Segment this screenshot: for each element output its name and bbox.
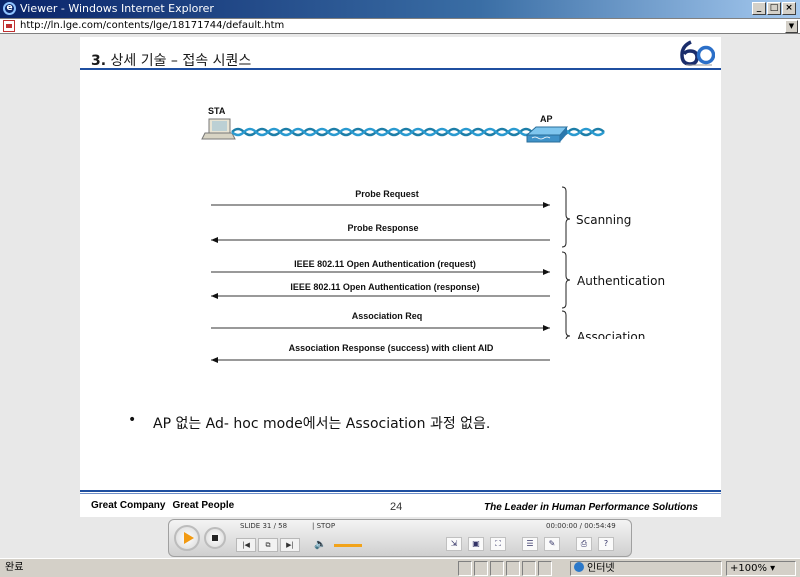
footer-rule [80,490,721,492]
phase-label-authentication: Authentication [577,274,665,288]
minimize-button[interactable]: _ [752,2,766,15]
footer-great-people: Great People [172,500,235,511]
message-auth-response: IEEE 802.11 Open Authentication (respons… [211,282,550,299]
help-icon[interactable]: ? [598,537,614,551]
zoom-control[interactable]: +100% ▾ [726,561,796,576]
message-label: Association Req [352,311,423,321]
ie-logo-icon: e [3,2,16,15]
bracket-scanning: Scanning [561,186,631,248]
playback-state: | STOP [312,522,336,530]
footer-rule-thin [80,493,721,494]
note-icon[interactable]: ✎ [544,537,560,551]
title-bar: e Viewer - Windows Internet Explorer _ □… [0,0,800,18]
play-button[interactable] [174,525,200,551]
close-button[interactable]: × [782,2,796,15]
footer-tagline: The Leader in Human Performance Solution… [484,502,698,513]
message-auth-request: IEEE 802.11 Open Authentication (request… [211,259,550,275]
slide-counter: SLIDE 31 / 58 [240,522,288,530]
lg-60-logo-icon [680,40,715,66]
zone-label: 인터넷 [587,563,615,574]
message-label: Probe Request [355,189,419,199]
security-zone: 인터넷 [570,561,722,576]
bracket-association: Association [561,310,645,339]
next-button[interactable]: ▶| [280,538,300,552]
ap-label: AP [540,114,553,124]
phase-label-association: Association [577,330,645,339]
slide-title-number: 3. [91,53,107,69]
status-bar: 완료 인터넷 +100% ▾ [0,558,800,577]
fullscreen-icon[interactable]: ⛶ [490,537,506,551]
message-label: IEEE 802.11 Open Authentication (request… [294,259,476,269]
previous-button[interactable]: |◀ [236,538,256,552]
phase-label-scanning: Scanning [576,213,631,227]
footer-slogan: Great Company Great People [91,500,234,511]
bullet-text: AP 없는 Ad- hoc mode에서는 Association 과정 없음. [153,416,491,432]
browser-window: e Viewer - Windows Internet Explorer _ □… [0,0,800,577]
status-cell [522,561,536,576]
content-area: 3. 상세 기술 – 접속 시퀀스 STA AP Probe Request P… [0,34,800,558]
slide-title: 3. 상세 기술 – 접속 시퀀스 [91,50,251,70]
volume-slider[interactable] [334,544,362,547]
status-text: 완료 [5,562,24,573]
stop-button[interactable] [204,527,226,549]
maximize-button[interactable]: □ [767,2,781,15]
status-cell [474,561,488,576]
player-info-bar: SLIDE 31 / 58 | STOP 00:00:00 / 00:54:49 [234,521,620,533]
bracket-authentication: Authentication [561,251,665,309]
playback-time: 00:00:00 / 00:54:49 [546,522,616,530]
laptop-icon [201,118,236,140]
slide-page-number: 24 [390,501,403,513]
message-label: Probe Response [347,223,418,233]
bullet-dot: • [128,412,137,428]
slide-title-text: 상세 기술 – 접속 시퀀스 [110,53,252,69]
status-cell [506,561,520,576]
volume-icon[interactable]: 🔈 [314,539,326,550]
slide: 3. 상세 기술 – 접속 시퀀스 STA AP Probe Request P… [80,37,721,517]
status-cell [538,561,552,576]
address-bar[interactable]: http://ln.lge.com/contents/lge/18171744/… [0,18,800,34]
address-url[interactable]: http://ln.lge.com/contents/lge/18171744/… [20,20,284,31]
message-label: IEEE 802.11 Open Authentication (respons… [290,282,479,292]
footer-great-company: Great Company [91,500,166,511]
copy-button[interactable]: ⧉ [258,538,278,552]
media-player-controls: SLIDE 31 / 58 | STOP 00:00:00 / 00:54:49… [168,519,632,557]
sta-label: STA [208,106,226,116]
association-response-row: Association Response (success) with clie… [211,343,550,363]
message-probe-request: Probe Request [211,189,550,208]
zoom-level: 100% [738,563,767,574]
globe-icon [574,562,584,572]
status-cell [458,561,472,576]
page-icon [3,20,15,32]
status-cell [490,561,504,576]
print-icon[interactable]: ⎙ [576,537,592,551]
screen-icon[interactable]: ▣ [468,537,484,551]
address-dropdown-button[interactable]: ▼ [785,20,798,33]
window-title: Viewer - Windows Internet Explorer [20,2,214,15]
fit-icon[interactable]: ⇲ [446,537,462,551]
list-icon[interactable]: ☰ [522,537,538,551]
message-probe-response: Probe Response [211,223,550,243]
message-association-req: Association Req [211,311,550,331]
message-label: Association Response (success) with clie… [289,343,494,353]
title-rule [80,68,721,70]
association-sequence-diagram: STA AP Probe Request Probe Response IEEE… [201,106,665,339]
access-point-icon [525,126,569,143]
